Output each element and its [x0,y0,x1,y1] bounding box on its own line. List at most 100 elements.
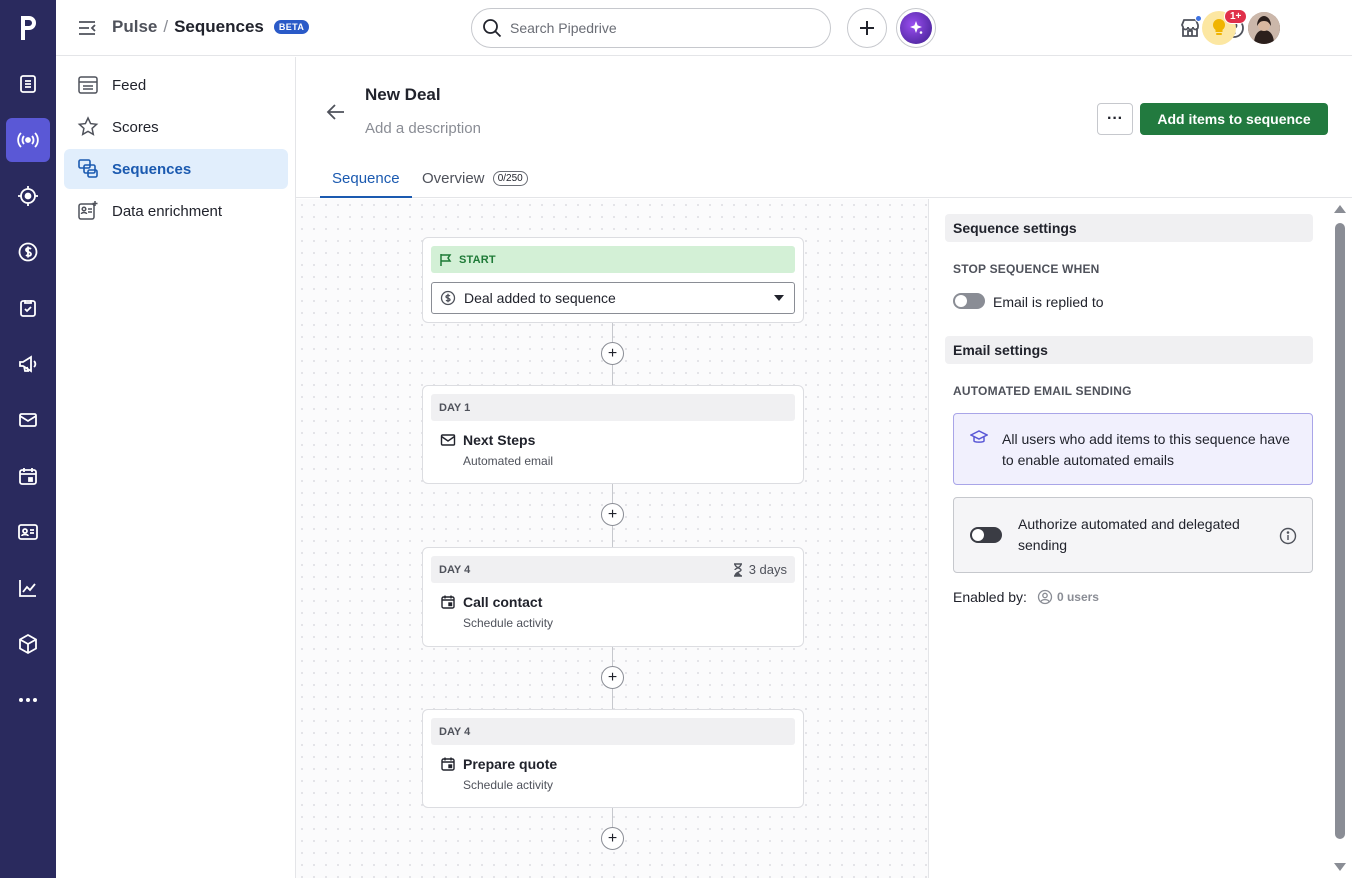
user-icon [1037,589,1053,605]
enabled-users-count[interactable]: 0 users [1037,589,1099,605]
panel-scrollbar[interactable] [1335,223,1345,839]
plus-icon [860,21,874,35]
calendar-icon [441,757,455,771]
scroll-up-arrow[interactable] [1334,205,1346,213]
search-icon [483,19,502,38]
description-field[interactable]: Add a description [365,120,481,137]
breadcrumb-parent[interactable]: Pulse [112,17,157,37]
add-step-button[interactable]: + [601,503,624,526]
authorize-text: Authorize automated and delegated sendin… [1018,516,1240,553]
start-card: START Deal added to sequence [422,237,804,323]
beta-badge: BETA [273,20,310,34]
dollar-icon [440,290,456,306]
feed-icon [78,76,98,94]
collapse-menu-icon[interactable] [76,17,98,39]
day-label: DAY 4 [439,563,471,576]
day-label: DAY 1 [439,401,471,414]
sequences-icon [78,159,98,178]
add-step-button[interactable]: + [601,342,624,365]
add-step-button[interactable]: + [601,666,624,689]
step-subtitle: Automated email [463,454,554,468]
stop-sequence-label: STOP SEQUENCE WHEN [953,262,1100,276]
leads-target-icon[interactable] [6,174,50,218]
overview-count-badge: 0/250 [492,171,528,186]
tab-overview[interactable]: Overview 0/250 [422,170,528,198]
top-bar: Pulse / Sequences BETA 1+ [56,0,1352,56]
subnav-item-sequences[interactable]: Sequences [64,149,288,189]
notification-count-badge: 1+ [1224,9,1248,24]
scroll-down-arrow[interactable] [1334,863,1346,871]
flag-icon [440,253,452,266]
trigger-select[interactable]: Deal added to sequence [431,282,795,314]
products-box-icon[interactable] [6,622,50,666]
info-notice: All users who add items to this sequence… [953,413,1313,485]
tab-label: Sequence [332,170,400,187]
email-settings-heading: Email settings [945,336,1313,364]
wait-label: 3 days [748,562,787,577]
user-avatar[interactable] [1248,12,1280,44]
calendar-icon [441,595,455,609]
automated-email-label: AUTOMATED EMAIL SENDING [953,384,1132,398]
subnav-item-label: Data enrichment [112,202,223,220]
add-items-button[interactable]: Add items to sequence [1140,103,1328,135]
deals-list-icon[interactable] [6,62,50,106]
marketplace-icon[interactable] [1176,14,1204,42]
tab-label: Overview [422,170,485,187]
subnav-item-label: Scores [112,118,159,136]
search-input[interactable] [510,20,810,36]
authorize-box: Authorize automated and delegated sendin… [953,497,1313,573]
email-replied-toggle[interactable] [953,293,985,309]
day-label: DAY 4 [439,725,471,738]
start-label: START [459,253,496,266]
more-icon[interactable] [6,678,50,722]
authorize-sending-toggle[interactable] [970,527,1002,543]
back-arrow-icon[interactable] [324,100,348,124]
megaphone-icon[interactable] [6,342,50,386]
breadcrumb-current: Sequences [174,17,264,36]
step-card[interactable]: DAY 4 3 days Call contact Schedule activ… [422,547,804,647]
tasks-icon[interactable] [6,286,50,330]
mail-icon[interactable] [6,398,50,442]
contacts-card-icon[interactable] [6,510,50,554]
notification-dot [1195,15,1202,22]
trigger-value: Deal added to sequence [464,290,616,306]
settings-panel: Sequence settings STOP SEQUENCE WHEN Ema… [929,199,1352,878]
chevron-down-icon [774,295,784,301]
info-icon[interactable] [1279,527,1297,545]
day-header: DAY 4 3 days [431,556,795,583]
breadcrumb-separator: / [163,17,169,36]
users-count-label: 0 users [1056,590,1099,604]
step-card[interactable]: DAY 1 Next Steps Automated email [422,385,804,484]
subnav-item-label: Feed [112,76,147,94]
more-actions-button[interactable]: ··· [1097,103,1133,135]
tab-bar: Sequence Overview 0/250 [296,160,1352,198]
sequence-title[interactable]: New Deal [365,85,441,105]
tab-sequence[interactable]: Sequence [320,170,412,198]
enabled-by-label: Enabled by: [953,589,1027,605]
pulse-subnav: Feed Scores Sequences Data enrichment [56,57,296,878]
quick-add-button[interactable] [847,8,887,48]
star-icon [77,116,99,136]
ai-assistant-button[interactable] [896,8,936,48]
step-subtitle: Schedule activity [463,616,554,630]
dollar-icon[interactable] [6,230,50,274]
step-card[interactable]: DAY 4 Prepare quote Schedule activity [422,709,804,808]
subnav-item-data-enrichment[interactable]: Data enrichment [64,191,288,231]
day-header: DAY 1 [431,394,795,421]
subnav-item-feed[interactable]: Feed [64,65,288,105]
start-header: START [431,246,795,273]
calendar-icon[interactable] [6,454,50,498]
pulse-broadcast-icon[interactable] [6,118,50,162]
step-title: Prepare quote [463,756,558,772]
add-step-button[interactable]: + [601,827,624,850]
enabled-by-row: Enabled by: 0 users [953,589,1099,605]
mail-icon [440,434,456,446]
subnav-item-scores[interactable]: Scores [64,107,288,147]
email-replied-label: Email is replied to [993,294,1104,310]
pipedrive-logo[interactable] [0,0,56,56]
data-enrichment-icon [78,201,98,220]
search-box[interactable] [471,8,831,48]
insights-chart-icon[interactable] [6,566,50,610]
wait-duration: 3 days [733,562,787,577]
step-title: Call contact [463,594,543,610]
